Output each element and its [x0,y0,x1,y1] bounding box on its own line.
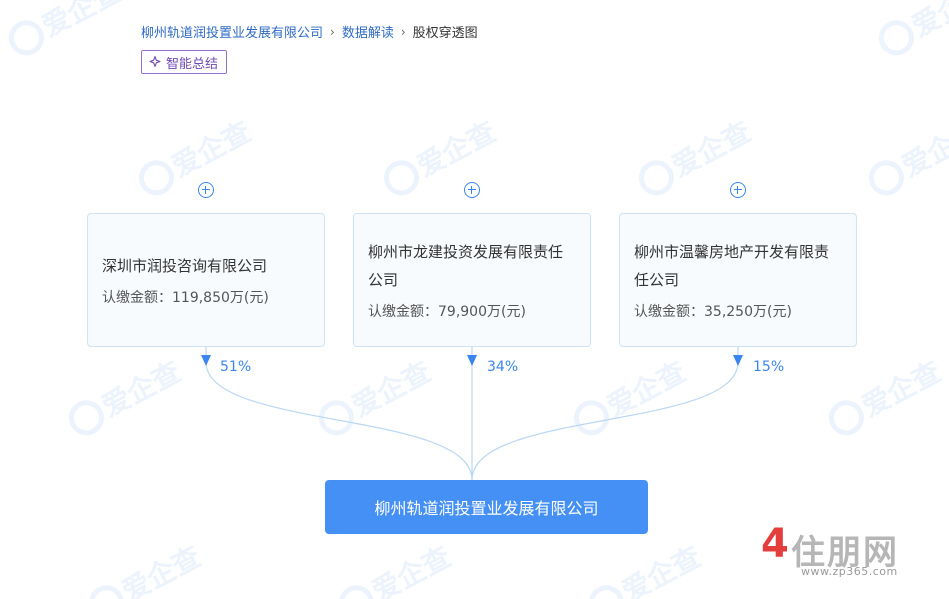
amount-value: 35,250万(元) [704,303,792,320]
shareholder-card[interactable]: 柳州市温馨房地产开发有限责任公司 认缴金额：35,250万(元) [619,213,857,347]
ownership-percent: 34% [487,359,519,375]
amount-value: 119,850万(元) [172,289,269,306]
shareholder-card[interactable]: 柳州市龙建投资发展有限责任公司 认缴金额：79,900万(元) [353,213,591,347]
expand-shareholder-2-button[interactable] [464,182,480,198]
subscribed-amount: 认缴金额：35,250万(元) [634,301,842,323]
amount-label: 认缴金额： [634,303,704,320]
amount-label: 认缴金额： [102,289,172,306]
expand-shareholder-1-button[interactable] [198,182,214,198]
brand-url: www.zp365.com [801,565,898,578]
expand-shareholder-3-button[interactable] [730,182,746,198]
arrow-down-icon [201,355,211,366]
shareholder-name: 柳州市龙建投资发展有限责任公司 [368,242,564,289]
shareholder-card[interactable]: 深圳市润投咨询有限公司 认缴金额：119,850万(元) [87,213,325,347]
amount-value: 79,900万(元) [438,303,526,320]
subscribed-amount: 认缴金额：119,850万(元) [102,287,310,309]
arrow-down-icon [467,355,477,366]
ownership-percent: 51% [220,359,252,375]
shareholder-name: 柳州市温馨房地产开发有限责任公司 [634,242,830,289]
target-company-node[interactable]: 柳州轨道润投置业发展有限公司 [325,480,648,534]
subscribed-amount: 认缴金额：79,900万(元) [368,301,576,323]
brand-logo: 4 住朋网 www.zp365.com [761,521,911,579]
ownership-percent: 15% [753,359,785,375]
brand-logo-mark: 4 [761,521,789,567]
arrow-down-icon [733,355,743,366]
amount-label: 认缴金额： [368,303,438,320]
shareholder-name: 深圳市润投咨询有限公司 [102,256,268,275]
